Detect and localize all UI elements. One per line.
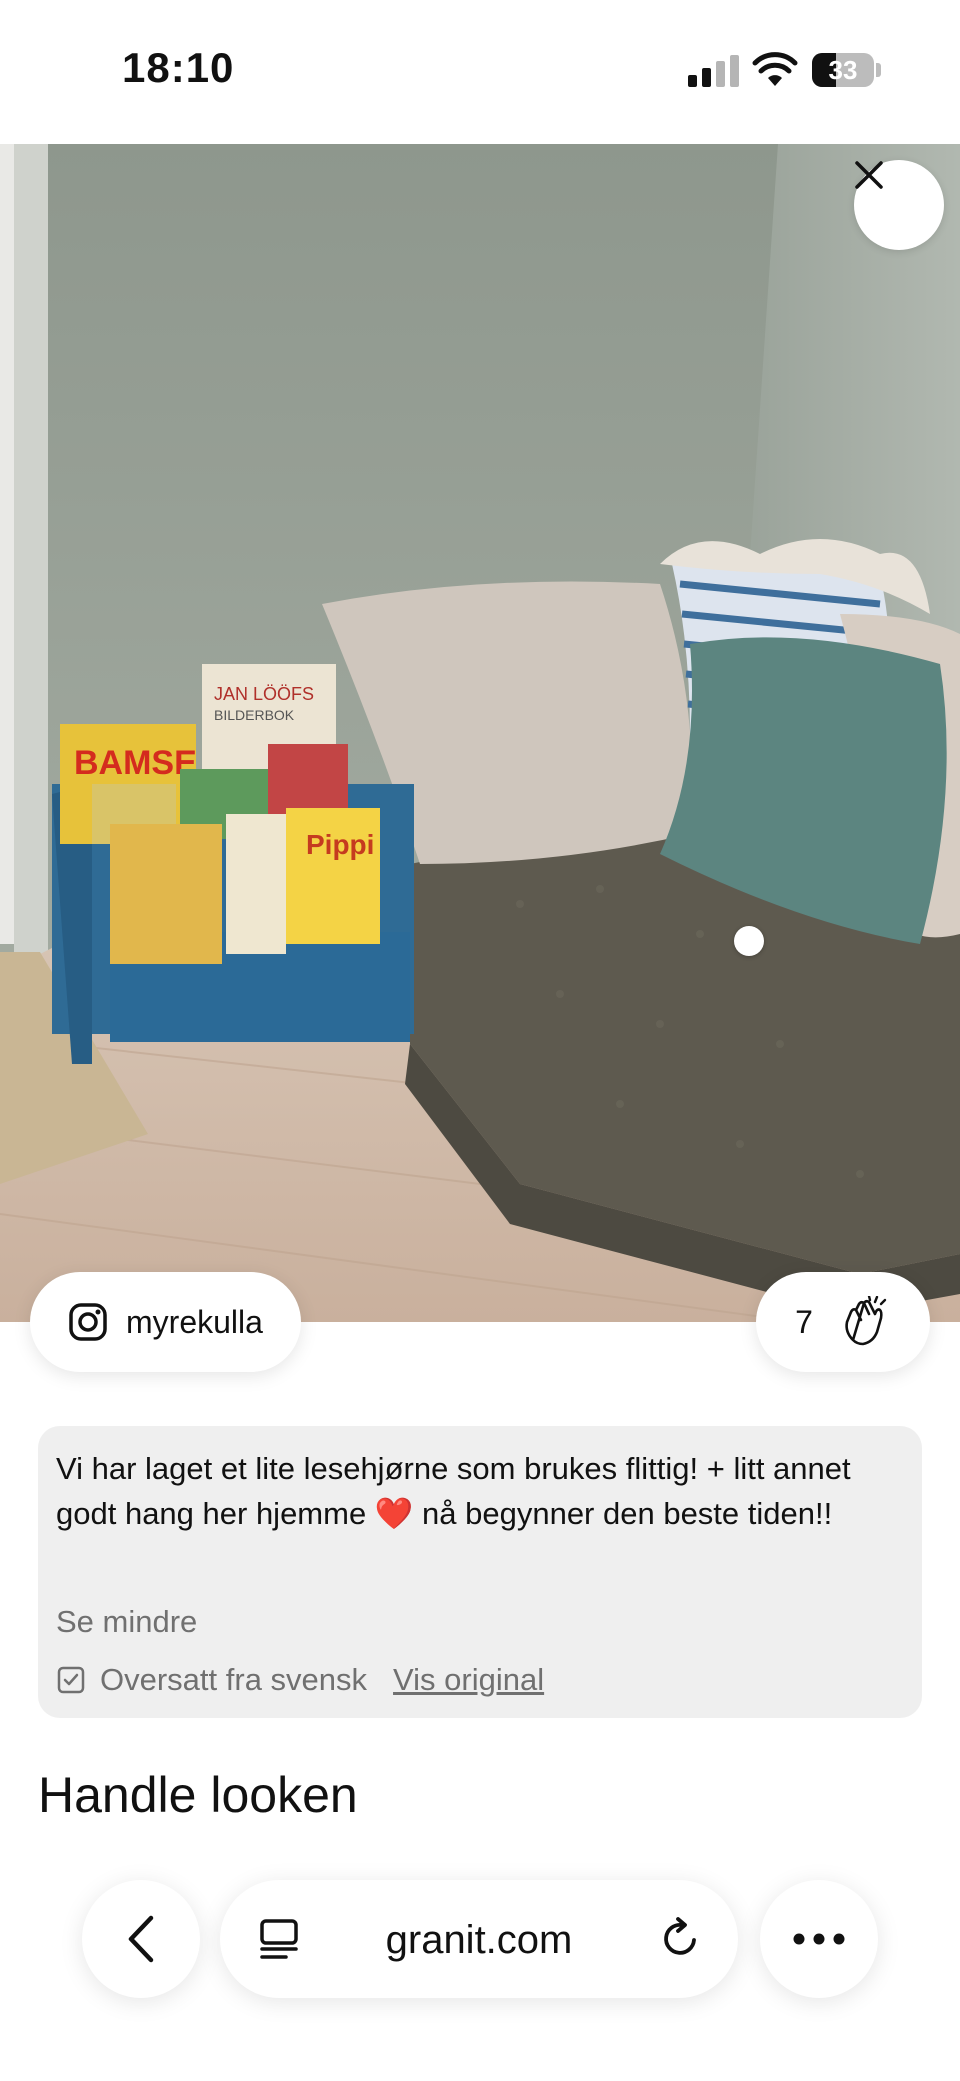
wifi-icon xyxy=(752,52,798,86)
status-bar: 18:10 33 xyxy=(0,0,960,144)
translation-note: Oversatt fra svensk Vis original xyxy=(56,1662,544,1698)
author-chip[interactable]: myrekulla xyxy=(30,1272,301,1372)
clap-button[interactable]: 7 xyxy=(756,1272,930,1372)
clap-icon xyxy=(845,1296,887,1346)
battery-indicator: 33 xyxy=(812,53,874,87)
close-icon xyxy=(855,161,883,189)
back-button[interactable] xyxy=(82,1880,200,1998)
caption-card: Vi har laget et lite lesehjørne som bruk… xyxy=(38,1426,922,1718)
more-icon xyxy=(793,1933,845,1945)
cellular-signal-icon xyxy=(688,55,739,87)
checkbox-icon xyxy=(57,1666,85,1694)
svg-text:Pippi: Pippi xyxy=(306,829,374,860)
svg-text:BAMSE: BAMSE xyxy=(74,744,197,782)
reading-corner-photo: BAMSE JAN LÖÖFS BILDERBOK Pippi xyxy=(0,144,960,1322)
see-less-link[interactable]: Se mindre xyxy=(56,1604,197,1640)
instagram-icon xyxy=(69,1303,107,1341)
more-button[interactable] xyxy=(760,1880,878,1998)
translated-label: Oversatt fra svensk xyxy=(100,1662,368,1697)
post-photo[interactable]: BAMSE JAN LÖÖFS BILDERBOK Pippi xyxy=(0,144,960,1322)
post-caption: Vi har laget et lite lesehjørne som bruk… xyxy=(56,1451,851,1531)
chevron-left-icon xyxy=(128,1915,154,1963)
section-title: Handle looken xyxy=(38,1767,358,1823)
reload-icon[interactable] xyxy=(658,1916,702,1960)
author-name: myrekulla xyxy=(126,1303,263,1340)
clap-count: 7 xyxy=(795,1303,813,1340)
show-original-link[interactable]: Vis original xyxy=(393,1662,544,1698)
svg-text:JAN LÖÖFS: JAN LÖÖFS xyxy=(214,684,314,704)
battery-level: 33 xyxy=(828,55,858,85)
close-button[interactable] xyxy=(854,160,944,250)
address-bar[interactable]: granit.com xyxy=(220,1880,738,1998)
svg-text:BILDERBOK: BILDERBOK xyxy=(214,707,295,723)
status-time: 18:10 xyxy=(122,44,235,91)
product-tag-dot[interactable] xyxy=(734,926,764,956)
